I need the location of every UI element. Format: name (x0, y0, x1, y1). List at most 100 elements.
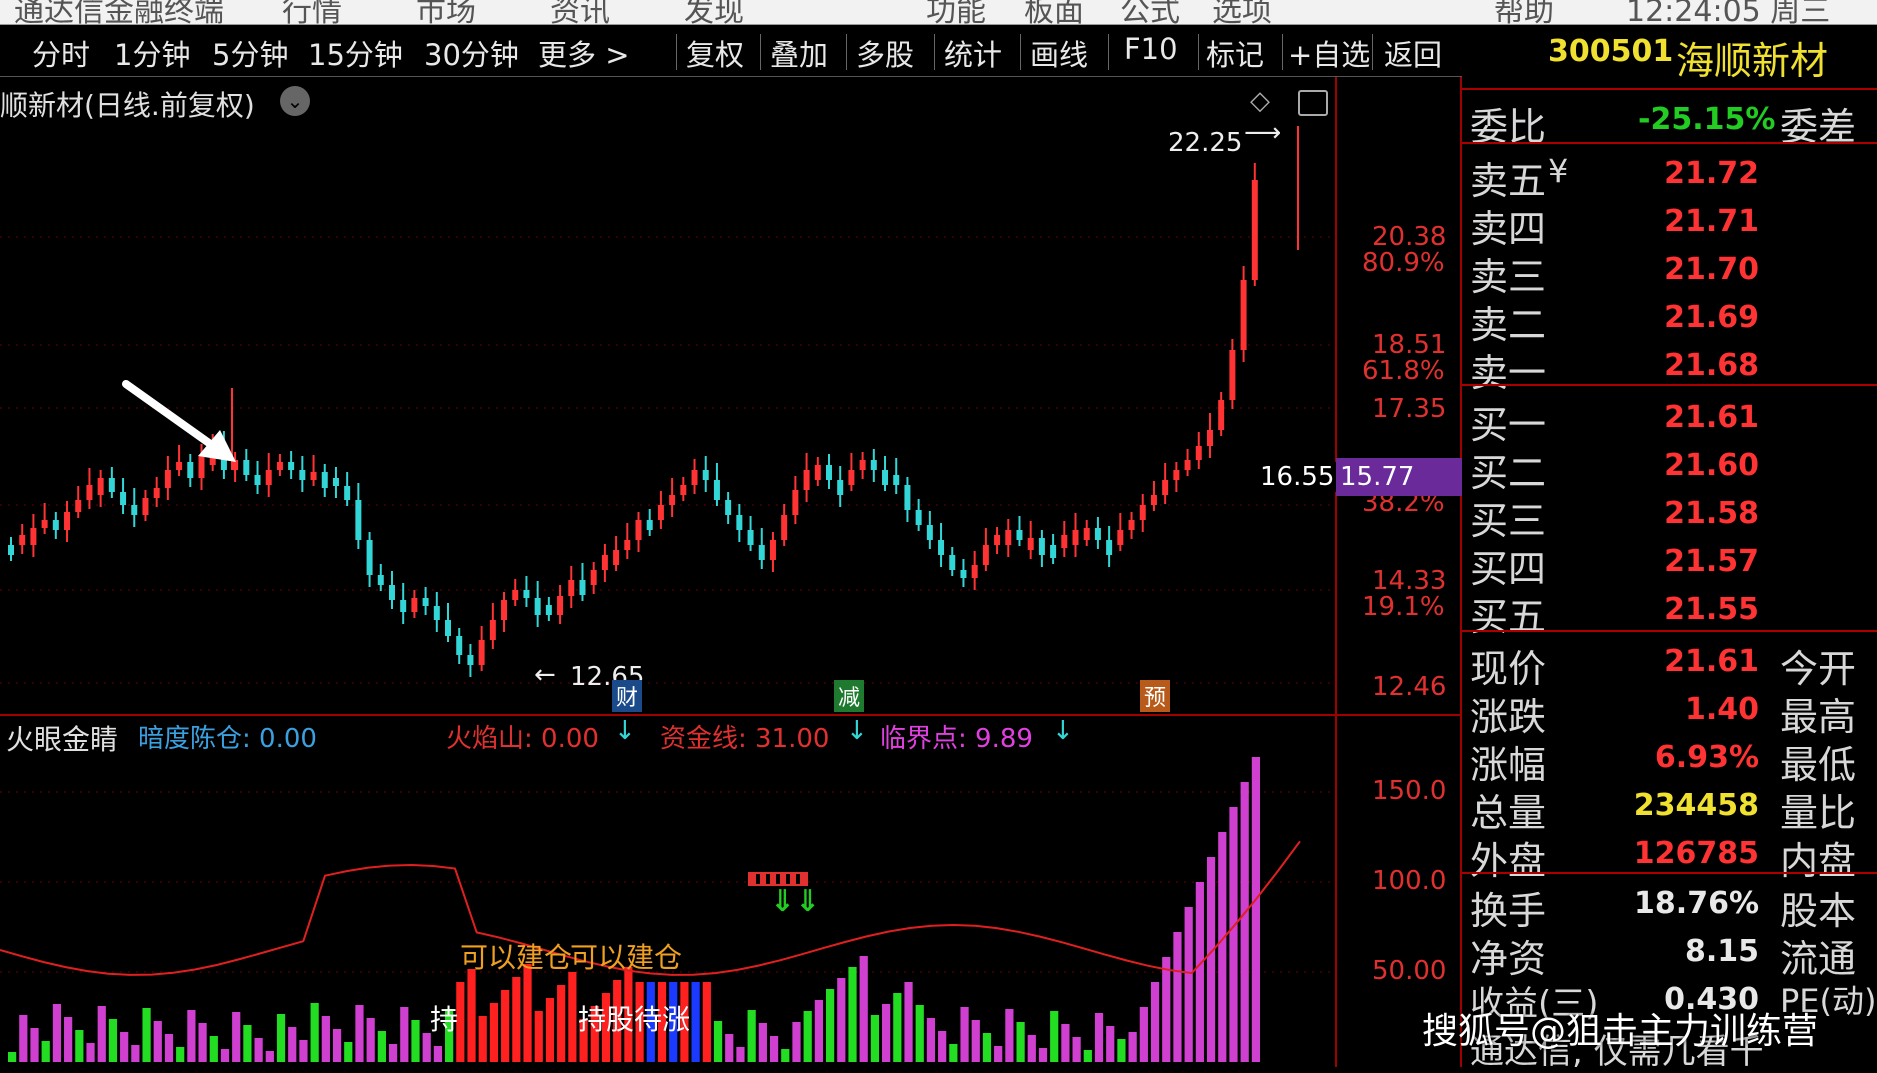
period-1min[interactable]: 1分钟 (114, 32, 190, 74)
candle (792, 490, 799, 515)
candle (164, 470, 171, 488)
candle (814, 465, 821, 480)
watermark: 搜狐号@狙击主力训练营 (1422, 1011, 1819, 1052)
sell-3-row[interactable]: 卖三 21.70 (1462, 242, 1877, 299)
candle (478, 640, 485, 665)
f10-button[interactable]: F10 (1124, 32, 1178, 66)
menu-gongneng[interactable]: 功能 (926, 0, 986, 24)
indicator-bar (1229, 807, 1238, 1062)
kline-chart[interactable] (0, 77, 1462, 1067)
indicator-line3: 资金线: 31.00 (660, 724, 830, 754)
diamond-icon[interactable]: ◇ (1250, 86, 1270, 116)
indicator-bar (1094, 1013, 1104, 1062)
indicator-bar (870, 1015, 880, 1062)
chevron-down-icon[interactable]: ⌄ (280, 86, 310, 116)
indicator-bar (411, 1020, 420, 1062)
candle (456, 636, 463, 655)
candle (1184, 460, 1191, 470)
menu-zixun[interactable]: 资讯 (550, 0, 610, 24)
indicator-bar (792, 1022, 801, 1062)
buy-2-row[interactable]: 买二 21.60 (1462, 438, 1877, 495)
indicator-bar (1184, 907, 1193, 1062)
indicator-bar (1016, 1022, 1025, 1062)
event-tag-yu[interactable]: 预 (1140, 680, 1171, 712)
period-fenshi[interactable]: 分时 (32, 32, 90, 74)
event-tag-cai[interactable]: 财 (612, 680, 643, 712)
indicator-bar (501, 990, 510, 1062)
indicator-bar (1072, 1037, 1081, 1062)
candle (1162, 480, 1169, 495)
indicator-bar (265, 1051, 274, 1062)
indicator-bar (64, 1017, 73, 1062)
candle (680, 485, 687, 495)
candle (310, 472, 317, 480)
candle (859, 460, 866, 470)
stat-row-huanshou: 换手 18.76% 股本 (1470, 886, 1857, 933)
down-arrow-icon: ↓ (1052, 716, 1074, 746)
indicator-bar (781, 1049, 790, 1062)
candle (926, 525, 933, 540)
indicator-bar (557, 985, 566, 1062)
tongji-button[interactable]: 统计 (944, 32, 1002, 74)
weibi-value: -25.15% (1638, 102, 1776, 137)
candle (803, 470, 810, 490)
axis-label: 12.46 (1372, 672, 1447, 702)
candle (545, 605, 552, 615)
biaoji-button[interactable]: 标记 (1206, 32, 1264, 74)
sell-2-row[interactable]: 卖二 21.69 (1462, 290, 1877, 347)
menu-xuanxiang[interactable]: 选项 (1212, 0, 1272, 24)
candle (938, 540, 945, 555)
buy-5-row[interactable]: 买五 21.55 (1462, 582, 1877, 639)
high-price-label: 22.25 (1168, 128, 1243, 158)
buy-4-row[interactable]: 买四 21.57 (1462, 534, 1877, 591)
candle (960, 570, 967, 578)
indicator-bar (1251, 757, 1260, 1062)
back-button[interactable]: 返回 (1384, 32, 1442, 74)
candle (971, 565, 978, 578)
indicator-bar (1218, 832, 1227, 1062)
indicator-bar (1027, 1035, 1036, 1062)
indicator-bar (982, 1033, 992, 1062)
sell-5-row[interactable]: 卖五 ¥ 21.72 (1462, 146, 1877, 203)
period-more[interactable]: 更多 > (538, 32, 630, 74)
duogu-button[interactable]: 多股 (856, 32, 914, 74)
menu-banmian[interactable]: 板面 (1024, 0, 1084, 24)
menu-shichang[interactable]: 市场 (416, 0, 476, 24)
diejia-button[interactable]: 叠加 (770, 32, 828, 74)
menu-gongshi[interactable]: 公式 (1120, 0, 1180, 24)
buy-3-row[interactable]: 买三 21.58 (1462, 486, 1877, 543)
sell-1-row[interactable]: 卖一 21.68 (1462, 338, 1877, 395)
candle (1206, 430, 1213, 446)
quote-panel: 300501 海顺新材 委比 -25.15% 委差 卖五 ¥ 21.72 卖四 21… (1462, 26, 1877, 1072)
candle (153, 488, 160, 498)
candle (467, 655, 474, 665)
candle (870, 460, 877, 470)
period-30min[interactable]: 30分钟 (424, 32, 519, 74)
candle (613, 550, 620, 565)
event-tag-jian[interactable]: 减 (834, 680, 865, 712)
candle (52, 520, 59, 530)
menu-app-title[interactable]: 通达信金融终端 (14, 0, 224, 24)
period-5min[interactable]: 5分钟 (212, 32, 288, 74)
panel-toggle-icon[interactable] (1298, 90, 1328, 116)
indicator-name[interactable]: 火眼金睛 (6, 718, 118, 758)
indicator-bar (960, 1007, 969, 1062)
indicator-bar (1162, 957, 1171, 1062)
menu-hangqing[interactable]: 行情 (282, 0, 342, 24)
candle (747, 530, 754, 545)
buy-1-row[interactable]: 买一 21.61 (1462, 390, 1877, 447)
indicator-bar (747, 1010, 756, 1062)
indicator-bar (837, 978, 846, 1062)
candle (422, 598, 429, 606)
fuquan-button[interactable]: 复权 (686, 32, 744, 74)
candle (781, 515, 788, 540)
menu-bangzhu[interactable]: 帮助 (1494, 0, 1554, 24)
huaxian-button[interactable]: 画线 (1030, 32, 1088, 74)
candle (512, 590, 519, 600)
period-15min[interactable]: 15分钟 (308, 32, 403, 74)
indicator-bar (736, 1047, 745, 1062)
menu-faxian[interactable]: 发现 (684, 0, 744, 24)
candle (882, 470, 889, 485)
add-watchlist-button[interactable]: +自选 (1288, 32, 1370, 74)
sell-4-row[interactable]: 卖四 21.71 (1462, 194, 1877, 251)
